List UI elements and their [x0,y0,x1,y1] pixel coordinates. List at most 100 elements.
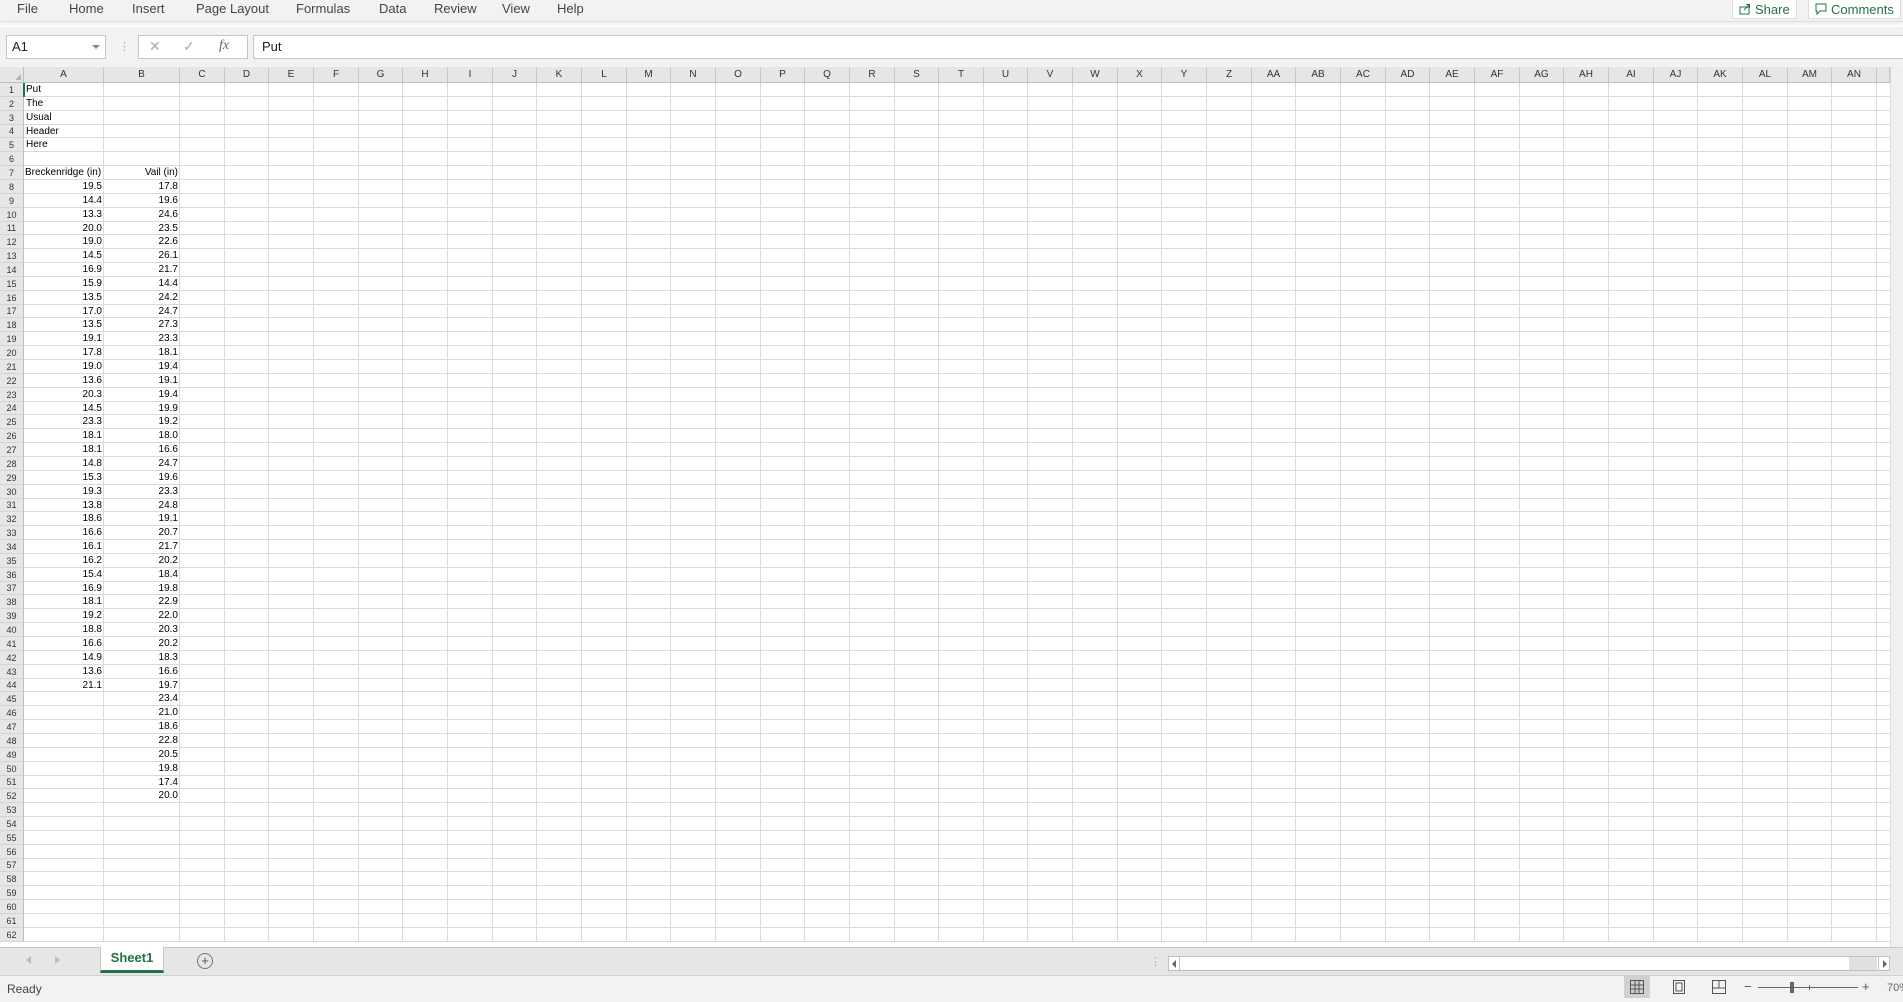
column-header-al[interactable]: AL [1743,67,1788,83]
row-header-62[interactable]: 62 [0,928,24,942]
cell-a29[interactable]: 15.3 [24,471,104,485]
row-header-48[interactable]: 48 [0,734,24,748]
row-header-3[interactable]: 3 [0,111,24,125]
cell-b12[interactable]: 22.6 [104,235,180,249]
scroll-left-button[interactable] [1169,957,1180,970]
cell-a25[interactable]: 23.3 [24,415,104,429]
menu-review[interactable]: Review [434,0,477,18]
cell-b31[interactable]: 24.8 [104,499,180,512]
cell-b25[interactable]: 19.2 [104,415,180,429]
column-header-an[interactable]: AN [1832,67,1877,83]
cell-b11[interactable]: 23.5 [104,222,180,235]
cell-b37[interactable]: 19.8 [104,582,180,595]
column-header-f[interactable]: F [314,67,359,83]
page-break-view-button[interactable] [1706,976,1732,998]
row-header-52[interactable]: 52 [0,789,24,803]
cell-b46[interactable]: 21.0 [104,706,180,720]
menu-data[interactable]: Data [379,0,406,18]
cell-a42[interactable]: 14.9 [24,651,104,665]
row-header-50[interactable]: 50 [0,762,24,776]
cell-b23[interactable]: 19.4 [104,388,180,402]
column-header-ak[interactable]: AK [1698,67,1743,83]
cell-a18[interactable]: 13.5 [24,318,104,332]
cell-b18[interactable]: 27.3 [104,318,180,332]
row-header-37[interactable]: 37 [0,582,24,595]
cell-b40[interactable]: 20.3 [104,623,180,637]
cell-a11[interactable]: 20.0 [24,222,104,235]
column-header-j[interactable]: J [493,67,537,83]
enter-icon[interactable]: ✓ [183,38,195,55]
chevron-down-icon[interactable] [92,45,100,49]
cell-b38[interactable]: 22.9 [104,595,180,609]
column-header-af[interactable]: AF [1475,67,1520,83]
row-header-33[interactable]: 33 [0,526,24,540]
cell-a19[interactable]: 19.1 [24,332,104,346]
cell-b35[interactable]: 20.2 [104,554,180,568]
column-header-e[interactable]: E [269,67,314,83]
scrollbar-splitter-icon[interactable]: ⋮ [1150,955,1161,968]
zoom-in-button[interactable]: + [1862,979,1870,994]
normal-view-button[interactable] [1624,976,1650,998]
cell-b28[interactable]: 24.7 [104,457,180,471]
column-header-g[interactable]: G [359,67,403,83]
cell-b32[interactable]: 19.1 [104,512,180,526]
row-header-61[interactable]: 61 [0,914,24,928]
column-header-a[interactable]: A [24,67,104,83]
row-header-9[interactable]: 9 [0,194,24,208]
cell-b24[interactable]: 19.9 [104,402,180,415]
row-header-39[interactable]: 39 [0,609,24,623]
vertical-scrollbar[interactable] [1890,67,1903,947]
cell-a4[interactable]: Header [24,125,104,138]
cell-a5[interactable]: Here [24,138,104,152]
cell-b13[interactable]: 26.1 [104,249,180,263]
column-header-ac[interactable]: AC [1341,67,1386,83]
row-header-56[interactable]: 56 [0,845,24,859]
row-header-35[interactable]: 35 [0,554,24,568]
cell-a43[interactable]: 13.6 [24,665,104,679]
row-header-58[interactable]: 58 [0,872,24,886]
row-header-49[interactable]: 49 [0,748,24,762]
cell-a38[interactable]: 18.1 [24,595,104,609]
cell-a8[interactable]: 19.5 [24,180,104,194]
cell-b45[interactable]: 23.4 [104,692,180,706]
cell-a21[interactable]: 19.0 [24,360,104,374]
cell-b20[interactable]: 18.1 [104,346,180,360]
column-header-h[interactable]: H [403,67,448,83]
column-header-ae[interactable]: AE [1430,67,1475,83]
cell-b49[interactable]: 20.5 [104,748,180,762]
row-header-22[interactable]: 22 [0,374,24,388]
row-header-16[interactable]: 16 [0,291,24,305]
cell-a2[interactable]: The [24,97,104,111]
column-header-k[interactable]: K [537,67,582,83]
row-header-46[interactable]: 46 [0,706,24,720]
more-options-icon[interactable]: ⋮ [119,40,130,53]
row-header-29[interactable]: 29 [0,471,24,485]
row-header-32[interactable]: 32 [0,512,24,526]
row-header-38[interactable]: 38 [0,595,24,609]
row-header-5[interactable]: 5 [0,138,24,152]
cell-a27[interactable]: 18.1 [24,443,104,457]
column-header-ag[interactable]: AG [1520,67,1564,83]
cell-a20[interactable]: 17.8 [24,346,104,360]
cell-a35[interactable]: 16.2 [24,554,104,568]
column-header-u[interactable]: U [984,67,1028,83]
cell-b8[interactable]: 17.8 [104,180,180,194]
cell-a41[interactable]: 16.6 [24,637,104,651]
prev-sheet-icon[interactable] [26,956,31,964]
column-header-y[interactable]: Y [1162,67,1207,83]
cell-b29[interactable]: 19.6 [104,471,180,485]
column-header-z[interactable]: Z [1207,67,1252,83]
cell-b39[interactable]: 22.0 [104,609,180,623]
cell-b7[interactable]: Vail (in) [104,166,180,180]
horizontal-scrollbar[interactable] [1168,956,1890,971]
row-header-53[interactable]: 53 [0,803,24,817]
row-header-40[interactable]: 40 [0,623,24,637]
cell-a12[interactable]: 19.0 [24,235,104,249]
row-header-2[interactable]: 2 [0,97,24,111]
row-header-13[interactable]: 13 [0,249,24,263]
column-header-r[interactable]: R [850,67,895,83]
share-button[interactable]: Share [1732,0,1797,19]
cell-b19[interactable]: 23.3 [104,332,180,346]
row-header-24[interactable]: 24 [0,402,24,415]
cell-b48[interactable]: 22.8 [104,734,180,748]
